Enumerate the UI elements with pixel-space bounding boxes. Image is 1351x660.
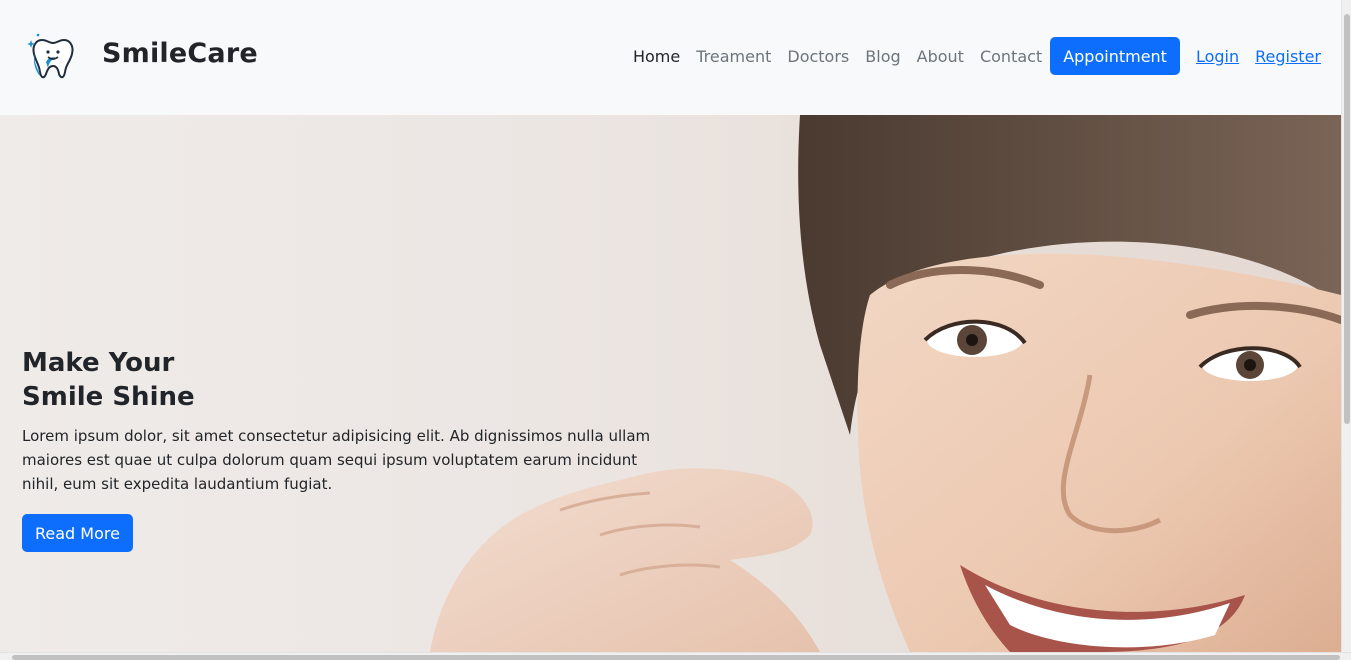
login-link[interactable]: Login (1196, 47, 1239, 66)
nav-link-blog[interactable]: Blog (865, 47, 900, 66)
horizontal-scrollbar-thumb[interactable] (12, 655, 1340, 660)
brand-name: SmileCare (102, 38, 258, 69)
nav-link-about[interactable]: About (917, 47, 964, 66)
nav-link-home[interactable]: Home (633, 47, 680, 66)
horizontal-scrollbar[interactable] (0, 652, 1351, 660)
register-link[interactable]: Register (1255, 47, 1321, 66)
main-nav: Home Treament Doctors Blog About Contact… (633, 37, 1321, 75)
hero-title-line-1: Make Your (22, 348, 175, 378)
hero-title: Make Your Smile Shine (22, 346, 662, 414)
brand[interactable]: SmileCare (26, 32, 258, 82)
hero-content: Make Your Smile Shine Lorem ipsum dolor,… (22, 346, 662, 552)
hero-title-line-2: Smile Shine (22, 382, 195, 412)
navbar: SmileCare Home Treament Doctors Blog Abo… (0, 0, 1341, 115)
vertical-scrollbar[interactable] (1341, 0, 1351, 652)
nav-link-doctors[interactable]: Doctors (787, 47, 849, 66)
hero-section: Make Your Smile Shine Lorem ipsum dolor,… (0, 115, 1341, 652)
vertical-scrollbar-thumb[interactable] (1344, 14, 1350, 424)
appointment-button[interactable]: Appointment (1050, 37, 1180, 75)
tooth-logo-icon (27, 33, 74, 79)
nav-link-treatment[interactable]: Treament (696, 47, 771, 66)
hero-description: Lorem ipsum dolor, sit amet consectetur … (22, 427, 651, 493)
read-more-button[interactable]: Read More (22, 514, 133, 552)
nav-link-contact[interactable]: Contact (980, 47, 1042, 66)
